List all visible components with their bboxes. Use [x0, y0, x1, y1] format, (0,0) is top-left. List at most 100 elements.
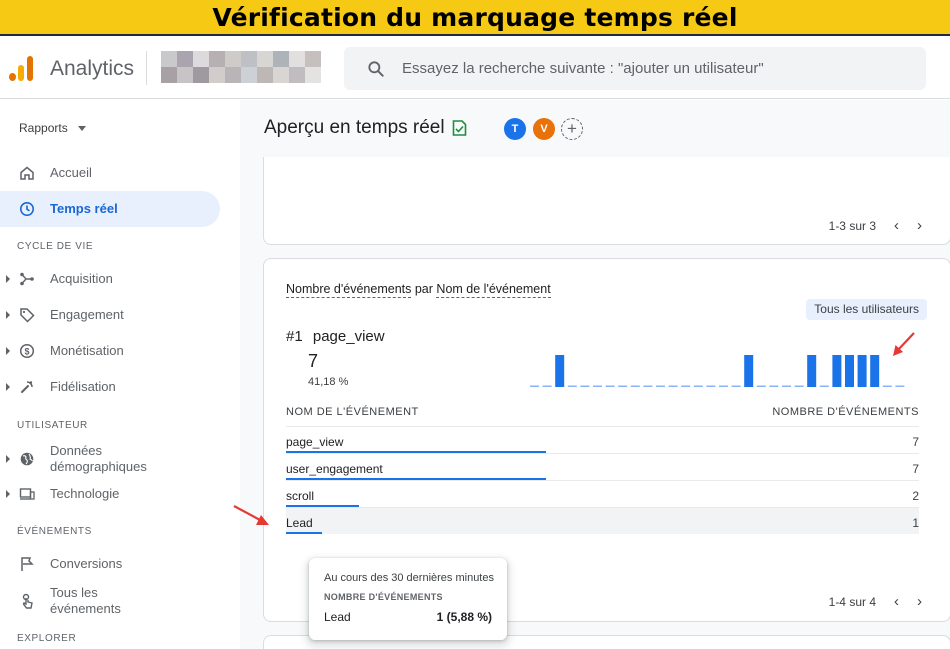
metric-selector[interactable]: Nombre d'événements [286, 282, 412, 298]
chevron-right-icon [6, 490, 10, 498]
sidebar: Rapports Accueil Temps réel CYCLE DE VIE… [0, 100, 240, 649]
retention-icon [21, 381, 33, 393]
title-banner: Vérification du marquage temps réel [0, 0, 950, 36]
sidebar-item-acquisition[interactable]: Acquisition [0, 261, 220, 297]
sparkline-empty-bar [731, 385, 741, 387]
sidebar-item-demographics[interactable]: Données démographiques [0, 440, 220, 478]
chevron-right-icon [6, 275, 10, 283]
audience-chip[interactable]: Tous les utilisateurs [806, 299, 927, 320]
sidebar-item-label: Tous les événements [50, 585, 121, 616]
sparkline-empty-bar [756, 385, 766, 387]
sparkline-bar[interactable] [832, 355, 842, 387]
sparkline-empty-bar [668, 385, 678, 387]
table-row[interactable]: user_engagement 7 [286, 453, 919, 480]
sparkline-empty-bar [542, 385, 552, 387]
page-title-text: Aperçu en temps réel [264, 117, 445, 138]
app-name[interactable]: Analytics [50, 57, 134, 81]
next-page-icon[interactable]: › [917, 218, 922, 233]
pagination-label: 1-4 sur 4 [828, 595, 876, 609]
chevron-right-icon [6, 347, 10, 355]
sidebar-item-label: Technologie [50, 486, 120, 501]
sidebar-item-conversions[interactable]: Conversions [0, 546, 220, 582]
add-comparison-icon[interactable]: + [561, 118, 583, 140]
sparkline-bar[interactable] [744, 355, 754, 387]
sparkline-empty-bar [794, 385, 804, 387]
annotation-arrow-icon [893, 332, 915, 356]
verified-doc-icon[interactable] [452, 120, 467, 136]
top-event-rank: #1 [286, 328, 303, 345]
reports-label: Rapports [19, 121, 68, 135]
page-title: Aperçu en temps réel [264, 117, 467, 139]
avatar[interactable]: V [533, 118, 555, 140]
top-event-name: page_view [312, 328, 385, 345]
next-page-icon[interactable]: › [917, 594, 922, 609]
chevron-down-icon [77, 125, 86, 131]
prev-page-icon[interactable]: ‹ [894, 218, 899, 233]
row-event-name: user_engagement [286, 462, 383, 476]
sidebar-item-fidelisation[interactable]: Fidélisation [0, 369, 220, 405]
sidebar-item-accueil[interactable]: Accueil [0, 155, 220, 191]
title-connector: par [414, 282, 433, 296]
sparkline-empty-bar [656, 385, 665, 387]
sidebar-item-all-events[interactable]: Tous les événements [0, 582, 220, 620]
tooltip-row-name: Lead [324, 610, 351, 624]
search-bar[interactable] [344, 47, 926, 90]
search-icon [368, 61, 384, 77]
svg-text:$: $ [24, 346, 29, 356]
search-input[interactable] [402, 47, 902, 90]
pagination: 1-4 sur 4 ‹ › [828, 594, 922, 609]
sparkline-empty-bar [630, 385, 640, 387]
sidebar-item-technologie[interactable]: Technologie [0, 476, 220, 512]
clock-icon [20, 202, 34, 216]
top-event-value: 7 [308, 351, 319, 371]
row-event-count: 2 [912, 489, 919, 503]
chevron-right-icon [6, 311, 10, 319]
devices-icon [19, 488, 35, 500]
tag-icon [20, 308, 35, 323]
sparkline-empty-bar [618, 385, 628, 387]
touch-icon [22, 593, 33, 609]
sparkline-empty-bar [895, 385, 905, 387]
sidebar-item-label: Acquisition [50, 271, 113, 286]
table-row[interactable]: page_view 7 [286, 426, 919, 453]
sparkline-bar[interactable] [870, 355, 880, 387]
section-heading-explore: EXPLORER [17, 633, 77, 644]
flag-icon [21, 557, 34, 571]
table-row-highlighted[interactable]: Lead 1 [286, 507, 919, 534]
account-selector-blurred[interactable] [161, 51, 321, 83]
row-share-bar [286, 532, 322, 534]
dimension-selector[interactable]: Nom de l'événement [436, 282, 551, 298]
row-event-count: 7 [912, 435, 919, 449]
sidebar-item-label: Fidélisation [50, 379, 116, 394]
home-icon [20, 166, 34, 180]
sparkline-empty-bar [580, 385, 590, 387]
table-row[interactable]: scroll 2 [286, 480, 919, 507]
reports-dropdown[interactable]: Rapports [19, 121, 86, 135]
globe-icon [20, 452, 34, 466]
sparkline-empty-bar [567, 385, 577, 387]
tooltip-heading: Au cours des 30 dernières minutes [324, 572, 494, 584]
pagination-label: 1-3 sur 3 [828, 219, 876, 233]
sidebar-item-temps-reel[interactable]: Temps réel [0, 191, 220, 227]
sparkline-empty-bar [706, 385, 716, 387]
sparkline-bar[interactable] [845, 355, 854, 387]
top-event-heading: #1 page_view [286, 328, 385, 345]
top-app-bar: Analytics [0, 37, 950, 99]
section-heading-user: UTILISATEUR [17, 420, 88, 431]
sidebar-item-engagement[interactable]: Engagement [0, 297, 220, 333]
sidebar-item-label: Conversions [50, 556, 123, 571]
sparkline-empty-bar [769, 385, 779, 387]
tooltip-row-value: 1 (5,88 %) [436, 610, 492, 624]
sparkline-bar[interactable] [807, 355, 817, 387]
sidebar-item-monetisation[interactable]: $ Monétisation [0, 333, 220, 369]
prev-page-icon[interactable]: ‹ [894, 594, 899, 609]
banner-title: Vérification du marquage temps réel [212, 3, 738, 32]
row-event-count: 7 [912, 462, 919, 476]
sparkline-bar[interactable] [857, 355, 867, 387]
analytics-logo-icon[interactable] [9, 56, 34, 81]
sidebar-item-label: Engagement [50, 307, 124, 322]
sparkline-empty-bar [681, 385, 691, 387]
per-minute-sparkline[interactable] [530, 351, 910, 391]
avatar[interactable]: T [504, 118, 526, 140]
sparkline-bar[interactable] [555, 355, 565, 387]
